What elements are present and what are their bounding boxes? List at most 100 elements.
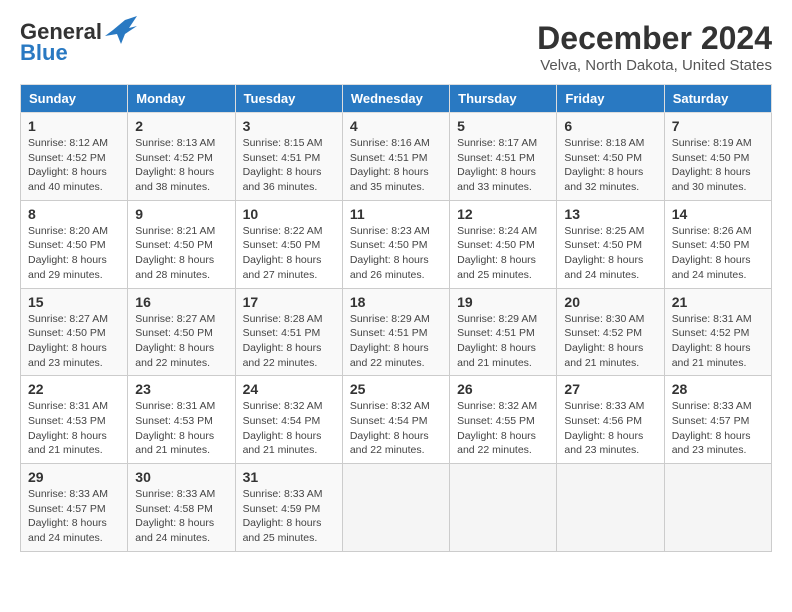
table-row: 24 Sunrise: 8:32 AM Sunset: 4:54 PM Dayl… [235,376,342,464]
day-number: 10 [243,206,335,222]
table-row: 1 Sunrise: 8:12 AM Sunset: 4:52 PM Dayli… [21,113,128,201]
table-row: 9 Sunrise: 8:21 AM Sunset: 4:50 PM Dayli… [128,200,235,288]
day-detail: Sunrise: 8:32 AM Sunset: 4:54 PM Dayligh… [243,399,335,458]
table-row: 5 Sunrise: 8:17 AM Sunset: 4:51 PM Dayli… [450,113,557,201]
day-number: 12 [457,206,549,222]
day-detail: Sunrise: 8:31 AM Sunset: 4:53 PM Dayligh… [135,399,227,458]
day-detail: Sunrise: 8:18 AM Sunset: 4:50 PM Dayligh… [564,136,656,195]
day-detail: Sunrise: 8:19 AM Sunset: 4:50 PM Dayligh… [672,136,764,195]
table-row: 15 Sunrise: 8:27 AM Sunset: 4:50 PM Dayl… [21,288,128,376]
table-row: 25 Sunrise: 8:32 AM Sunset: 4:54 PM Dayl… [342,376,449,464]
calendar-week-row: 15 Sunrise: 8:27 AM Sunset: 4:50 PM Dayl… [21,288,772,376]
day-detail: Sunrise: 8:21 AM Sunset: 4:50 PM Dayligh… [135,224,227,283]
day-number: 6 [564,118,656,134]
day-number: 16 [135,294,227,310]
day-number: 25 [350,381,442,397]
day-number: 1 [28,118,120,134]
table-row: 27 Sunrise: 8:33 AM Sunset: 4:56 PM Dayl… [557,376,664,464]
day-detail: Sunrise: 8:27 AM Sunset: 4:50 PM Dayligh… [135,312,227,371]
table-row: 13 Sunrise: 8:25 AM Sunset: 4:50 PM Dayl… [557,200,664,288]
table-row: 23 Sunrise: 8:31 AM Sunset: 4:53 PM Dayl… [128,376,235,464]
day-detail: Sunrise: 8:33 AM Sunset: 4:58 PM Dayligh… [135,487,227,546]
day-detail: Sunrise: 8:25 AM Sunset: 4:50 PM Dayligh… [564,224,656,283]
day-number: 28 [672,381,764,397]
calendar-header-row: Sunday Monday Tuesday Wednesday Thursday… [21,85,772,113]
day-number: 5 [457,118,549,134]
day-detail: Sunrise: 8:33 AM Sunset: 4:56 PM Dayligh… [564,399,656,458]
day-number: 22 [28,381,120,397]
table-row: 28 Sunrise: 8:33 AM Sunset: 4:57 PM Dayl… [664,376,771,464]
table-row: 3 Sunrise: 8:15 AM Sunset: 4:51 PM Dayli… [235,113,342,201]
table-row: 31 Sunrise: 8:33 AM Sunset: 4:59 PM Dayl… [235,464,342,552]
col-friday: Friday [557,85,664,113]
day-detail: Sunrise: 8:29 AM Sunset: 4:51 PM Dayligh… [350,312,442,371]
day-detail: Sunrise: 8:29 AM Sunset: 4:51 PM Dayligh… [457,312,549,371]
day-detail: Sunrise: 8:26 AM Sunset: 4:50 PM Dayligh… [672,224,764,283]
day-number: 4 [350,118,442,134]
table-row: 11 Sunrise: 8:23 AM Sunset: 4:50 PM Dayl… [342,200,449,288]
day-detail: Sunrise: 8:23 AM Sunset: 4:50 PM Dayligh… [350,224,442,283]
day-number: 31 [243,469,335,485]
table-row: 22 Sunrise: 8:31 AM Sunset: 4:53 PM Dayl… [21,376,128,464]
day-number: 14 [672,206,764,222]
day-number: 26 [457,381,549,397]
table-row [557,464,664,552]
table-row [450,464,557,552]
page-header: General Blue December 2024 Velva, North … [20,20,772,74]
table-row: 18 Sunrise: 8:29 AM Sunset: 4:51 PM Dayl… [342,288,449,376]
table-row: 21 Sunrise: 8:31 AM Sunset: 4:52 PM Dayl… [664,288,771,376]
day-number: 15 [28,294,120,310]
table-row: 26 Sunrise: 8:32 AM Sunset: 4:55 PM Dayl… [450,376,557,464]
calendar-week-row: 22 Sunrise: 8:31 AM Sunset: 4:53 PM Dayl… [21,376,772,464]
day-number: 7 [672,118,764,134]
day-number: 18 [350,294,442,310]
title-block: December 2024 Velva, North Dakota, Unite… [537,20,772,74]
day-number: 23 [135,381,227,397]
day-detail: Sunrise: 8:24 AM Sunset: 4:50 PM Dayligh… [457,224,549,283]
table-row: 8 Sunrise: 8:20 AM Sunset: 4:50 PM Dayli… [21,200,128,288]
calendar-week-row: 1 Sunrise: 8:12 AM Sunset: 4:52 PM Dayli… [21,113,772,201]
day-detail: Sunrise: 8:31 AM Sunset: 4:52 PM Dayligh… [672,312,764,371]
calendar-week-row: 29 Sunrise: 8:33 AM Sunset: 4:57 PM Dayl… [21,464,772,552]
table-row: 14 Sunrise: 8:26 AM Sunset: 4:50 PM Dayl… [664,200,771,288]
day-number: 13 [564,206,656,222]
col-wednesday: Wednesday [342,85,449,113]
table-row: 30 Sunrise: 8:33 AM Sunset: 4:58 PM Dayl… [128,464,235,552]
day-detail: Sunrise: 8:16 AM Sunset: 4:51 PM Dayligh… [350,136,442,195]
day-detail: Sunrise: 8:13 AM Sunset: 4:52 PM Dayligh… [135,136,227,195]
col-thursday: Thursday [450,85,557,113]
day-number: 9 [135,206,227,222]
day-detail: Sunrise: 8:22 AM Sunset: 4:50 PM Dayligh… [243,224,335,283]
table-row: 10 Sunrise: 8:22 AM Sunset: 4:50 PM Dayl… [235,200,342,288]
table-row: 29 Sunrise: 8:33 AM Sunset: 4:57 PM Dayl… [21,464,128,552]
day-detail: Sunrise: 8:32 AM Sunset: 4:55 PM Dayligh… [457,399,549,458]
day-detail: Sunrise: 8:33 AM Sunset: 4:59 PM Dayligh… [243,487,335,546]
day-detail: Sunrise: 8:30 AM Sunset: 4:52 PM Dayligh… [564,312,656,371]
logo-bird-icon [105,16,137,44]
day-number: 11 [350,206,442,222]
day-number: 19 [457,294,549,310]
day-number: 2 [135,118,227,134]
logo: General Blue [20,20,137,66]
table-row: 6 Sunrise: 8:18 AM Sunset: 4:50 PM Dayli… [557,113,664,201]
day-detail: Sunrise: 8:20 AM Sunset: 4:50 PM Dayligh… [28,224,120,283]
table-row: 16 Sunrise: 8:27 AM Sunset: 4:50 PM Dayl… [128,288,235,376]
day-number: 30 [135,469,227,485]
day-number: 21 [672,294,764,310]
table-row [664,464,771,552]
day-number: 17 [243,294,335,310]
day-number: 8 [28,206,120,222]
table-row: 19 Sunrise: 8:29 AM Sunset: 4:51 PM Dayl… [450,288,557,376]
day-number: 27 [564,381,656,397]
table-row: 2 Sunrise: 8:13 AM Sunset: 4:52 PM Dayli… [128,113,235,201]
day-detail: Sunrise: 8:15 AM Sunset: 4:51 PM Dayligh… [243,136,335,195]
day-detail: Sunrise: 8:17 AM Sunset: 4:51 PM Dayligh… [457,136,549,195]
col-tuesday: Tuesday [235,85,342,113]
table-row [342,464,449,552]
table-row: 12 Sunrise: 8:24 AM Sunset: 4:50 PM Dayl… [450,200,557,288]
day-detail: Sunrise: 8:28 AM Sunset: 4:51 PM Dayligh… [243,312,335,371]
day-detail: Sunrise: 8:32 AM Sunset: 4:54 PM Dayligh… [350,399,442,458]
day-detail: Sunrise: 8:33 AM Sunset: 4:57 PM Dayligh… [672,399,764,458]
table-row: 4 Sunrise: 8:16 AM Sunset: 4:51 PM Dayli… [342,113,449,201]
day-detail: Sunrise: 8:31 AM Sunset: 4:53 PM Dayligh… [28,399,120,458]
